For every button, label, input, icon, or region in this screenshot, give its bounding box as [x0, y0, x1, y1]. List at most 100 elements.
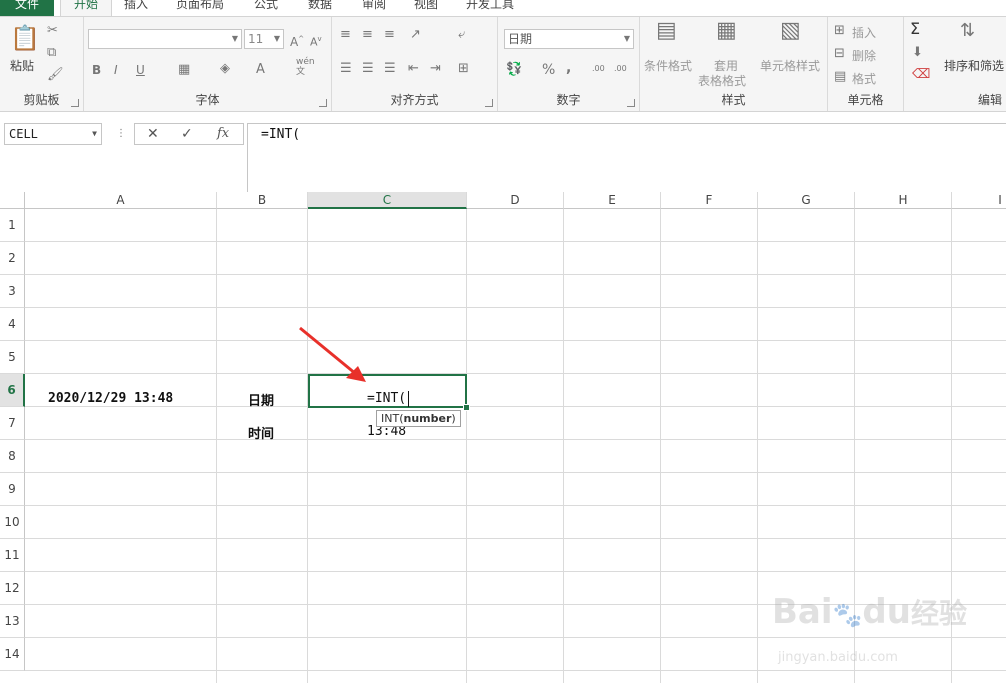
align-left-icon[interactable]: ☰: [340, 61, 352, 77]
format-cells-icon[interactable]: ▤: [834, 69, 846, 85]
column-header-e[interactable]: E: [564, 192, 661, 209]
row-header-7[interactable]: 7: [0, 407, 25, 440]
paste-button[interactable]: 粘贴: [10, 57, 34, 74]
column-header-f[interactable]: F: [661, 192, 758, 209]
align-bottom-icon[interactable]: ≡: [384, 27, 395, 43]
font-launcher-icon[interactable]: [319, 99, 327, 107]
row-header-13[interactable]: 13: [0, 605, 25, 638]
clear-icon[interactable]: ⌫: [912, 67, 930, 83]
row-header-5[interactable]: 5: [0, 341, 25, 374]
format-painter-icon[interactable]: 🖌: [47, 67, 64, 83]
clipboard-launcher-icon[interactable]: [71, 99, 79, 107]
insert-cells-button[interactable]: 插入: [852, 24, 876, 41]
font-name-combo[interactable]: ▼: [88, 29, 242, 49]
gridline-v: [660, 209, 661, 683]
row-header-9[interactable]: 9: [0, 473, 25, 506]
row-header-8[interactable]: 8: [0, 440, 25, 473]
format-table-icon[interactable]: ▦: [716, 20, 737, 42]
font-color-button[interactable]: A: [256, 62, 265, 78]
delete-cells-button[interactable]: 删除: [852, 47, 876, 64]
cut-icon[interactable]: ✂: [47, 23, 58, 39]
select-all-corner[interactable]: [0, 192, 25, 209]
row-header-2[interactable]: 2: [0, 242, 25, 275]
more-options-icon[interactable]: ⋮: [116, 126, 126, 142]
tooltip-argument[interactable]: number: [403, 412, 451, 425]
italic-button[interactable]: I: [114, 62, 118, 78]
delete-cells-icon[interactable]: ⊟: [834, 46, 845, 62]
row-header-11[interactable]: 11: [0, 539, 25, 572]
insert-cells-icon[interactable]: ⊞: [834, 23, 845, 39]
align-top-icon[interactable]: ≡: [340, 27, 351, 43]
row-header-6[interactable]: 6: [0, 374, 25, 407]
cell-c6-editing[interactable]: =INT(: [367, 391, 406, 406]
conditional-format-button[interactable]: 条件格式: [644, 57, 692, 74]
format-table-line2[interactable]: 表格格式: [698, 72, 746, 89]
cell-b7[interactable]: 时间: [248, 423, 274, 442]
percent-button[interactable]: %: [542, 62, 555, 78]
name-box[interactable]: CELL ▼: [4, 123, 102, 145]
column-header-c[interactable]: C: [308, 192, 467, 209]
column-header-h[interactable]: H: [855, 192, 952, 209]
column-header-g[interactable]: G: [758, 192, 855, 209]
enter-button[interactable]: ✓: [181, 124, 193, 144]
tab-page-layout[interactable]: 页面布局: [176, 0, 224, 16]
fill-icon[interactable]: ⬇: [912, 45, 923, 61]
conditional-format-icon[interactable]: ▤: [656, 20, 677, 42]
cancel-button[interactable]: ✕: [147, 124, 159, 144]
align-middle-icon[interactable]: ≡: [362, 27, 373, 43]
fill-color-icon[interactable]: ◈: [220, 61, 230, 77]
tab-developer[interactable]: 开发工具: [466, 0, 514, 16]
merge-center-icon[interactable]: ⊞: [458, 61, 469, 77]
cell-styles-icon[interactable]: ▧: [780, 20, 801, 42]
row-header-12[interactable]: 12: [0, 572, 25, 605]
tab-review[interactable]: 审阅: [362, 0, 386, 16]
cell-b6[interactable]: 日期: [248, 390, 274, 409]
increase-font-icon[interactable]: A^: [290, 31, 304, 50]
cell-styles-button[interactable]: 单元格样式: [760, 57, 820, 74]
fill-handle[interactable]: [463, 404, 470, 411]
sort-filter-icon[interactable]: ⇅: [960, 22, 975, 40]
column-header-a[interactable]: A: [25, 192, 217, 209]
number-format-combo[interactable]: 日期 ▼: [504, 29, 634, 49]
cell-a6[interactable]: 2020/12/29 13:48: [48, 391, 173, 406]
column-header-b[interactable]: B: [217, 192, 308, 209]
number-launcher-icon[interactable]: [627, 99, 635, 107]
accounting-format-icon[interactable]: 💱: [506, 62, 522, 78]
bold-button[interactable]: B: [92, 62, 101, 78]
phonetic-icon[interactable]: wén 文: [296, 57, 315, 77]
alignment-launcher-icon[interactable]: [485, 99, 493, 107]
format-cells-button[interactable]: 格式: [852, 70, 876, 87]
wrap-text-icon[interactable]: ⤶: [458, 27, 465, 43]
row-header-14[interactable]: 14: [0, 638, 25, 671]
row-header-4[interactable]: 4: [0, 308, 25, 341]
copy-icon[interactable]: ⧉: [47, 45, 56, 61]
decrease-indent-icon[interactable]: ⇤: [408, 61, 419, 77]
increase-decimal-button[interactable]: .00: [592, 61, 605, 77]
tab-file[interactable]: 文件: [0, 0, 54, 16]
increase-indent-icon[interactable]: ⇥: [430, 61, 441, 77]
align-right-icon[interactable]: ☰: [384, 61, 396, 77]
orientation-icon[interactable]: ↗: [410, 27, 421, 43]
paste-icon[interactable]: 📋: [10, 25, 40, 51]
insert-function-button[interactable]: fx: [217, 124, 229, 144]
autosum-button[interactable]: Σ: [910, 21, 920, 37]
decrease-font-icon[interactable]: Av: [310, 31, 322, 51]
underline-button[interactable]: U: [136, 62, 145, 78]
tab-formulas[interactable]: 公式: [254, 0, 278, 16]
decrease-decimal-button[interactable]: .00: [614, 61, 627, 77]
column-header-i[interactable]: I: [952, 192, 1006, 209]
tab-insert[interactable]: 插入: [124, 0, 148, 16]
border-icon[interactable]: ▦: [178, 62, 190, 78]
column-header-d[interactable]: D: [467, 192, 564, 209]
comma-button[interactable]: ,: [566, 60, 571, 76]
row-header-10[interactable]: 10: [0, 506, 25, 539]
tab-data[interactable]: 数据: [308, 0, 332, 16]
sort-filter-button[interactable]: 排序和筛选: [944, 57, 1004, 74]
font-size-combo[interactable]: 11 ▼: [244, 29, 284, 49]
tab-view[interactable]: 视图: [414, 0, 438, 16]
row-header-1[interactable]: 1: [0, 209, 25, 242]
formula-input[interactable]: =INT(: [247, 123, 1006, 194]
tab-home[interactable]: 开始: [60, 0, 112, 16]
align-center-icon[interactable]: ☰: [362, 61, 374, 77]
row-header-3[interactable]: 3: [0, 275, 25, 308]
